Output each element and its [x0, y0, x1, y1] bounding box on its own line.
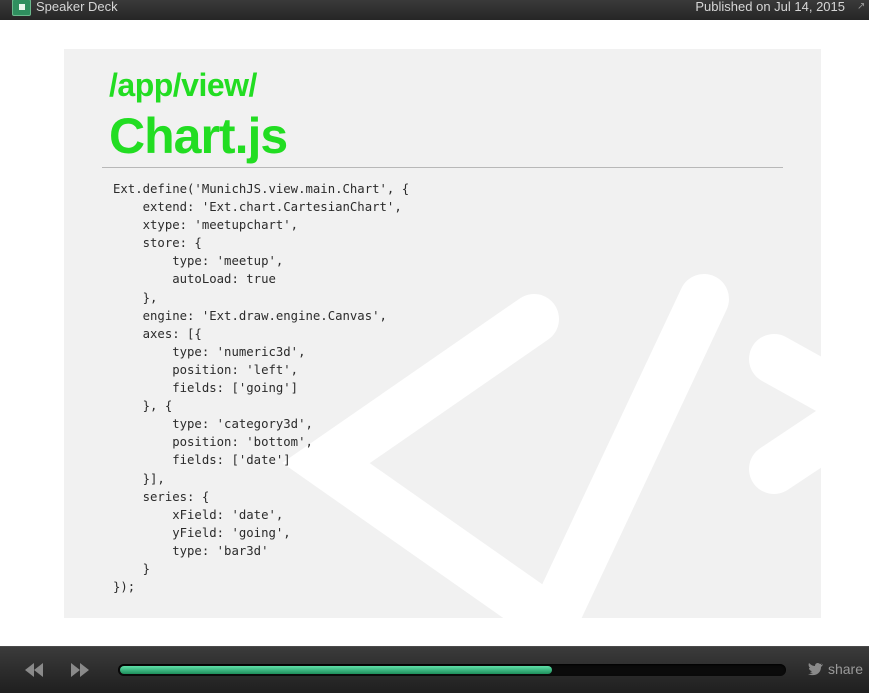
share-label: share [827, 661, 863, 677]
speakerdeck-logo-icon[interactable] [12, 0, 31, 16]
player-controls: share [0, 646, 869, 693]
twitter-bird-icon [807, 662, 824, 679]
brand-link[interactable]: Speaker Deck [36, 0, 118, 15]
rewind-icon [25, 663, 43, 677]
published-date: Published on Jul 14, 2015 [695, 0, 845, 14]
slide-title: Chart.js [109, 108, 288, 164]
share-button[interactable]: share [807, 661, 863, 679]
slide: /app/view/ Chart.js Ext.define('MunichJS… [64, 49, 821, 618]
fast-forward-icon [71, 663, 89, 677]
slide-path-heading: /app/view/ [109, 67, 257, 103]
divider [102, 167, 783, 168]
expand-icon[interactable]: ↗ [857, 2, 867, 12]
top-bar: Speaker Deck Published on Jul 14, 2015 ↗ [0, 0, 869, 20]
progress-bar[interactable] [118, 664, 786, 676]
previous-slide-button[interactable] [23, 659, 45, 681]
code-block: Ext.define('MunichJS.view.main.Chart', {… [113, 182, 410, 595]
progress-fill [120, 666, 552, 674]
next-slide-button[interactable] [69, 659, 91, 681]
